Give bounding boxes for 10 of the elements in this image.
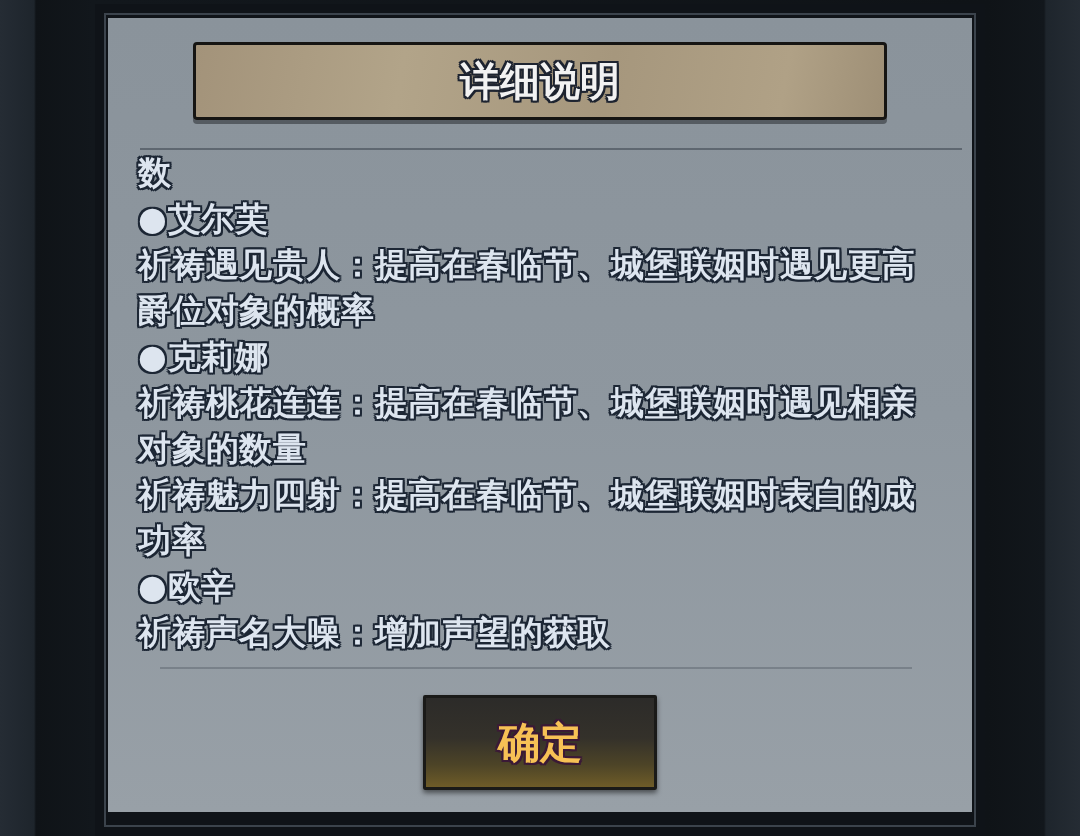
continued-text: 数 xyxy=(138,152,173,194)
dialog-title: 详细说明 xyxy=(460,59,620,103)
blessing-description: 祈祷遇见贵人：提高在春临节、城堡联姻时遇见更高爵位对象的概率 xyxy=(138,244,917,332)
character-name: ●克莉娜 xyxy=(138,336,270,378)
confirm-button[interactable]: 确定 xyxy=(423,695,657,790)
character-name: ●艾尔芙 xyxy=(138,198,270,240)
character-name: ●欧辛 xyxy=(138,566,237,608)
blessing-description: 祈祷魅力四射：提高在春临节、城堡联姻时表白的成功率 xyxy=(138,474,917,562)
blessing-description: 祈祷桃花连连：提高在春临节、城堡联姻时遇见相亲对象的数量 xyxy=(138,382,917,470)
blessing-description: 祈祷声名大噪：增加声望的获取 xyxy=(138,612,613,654)
